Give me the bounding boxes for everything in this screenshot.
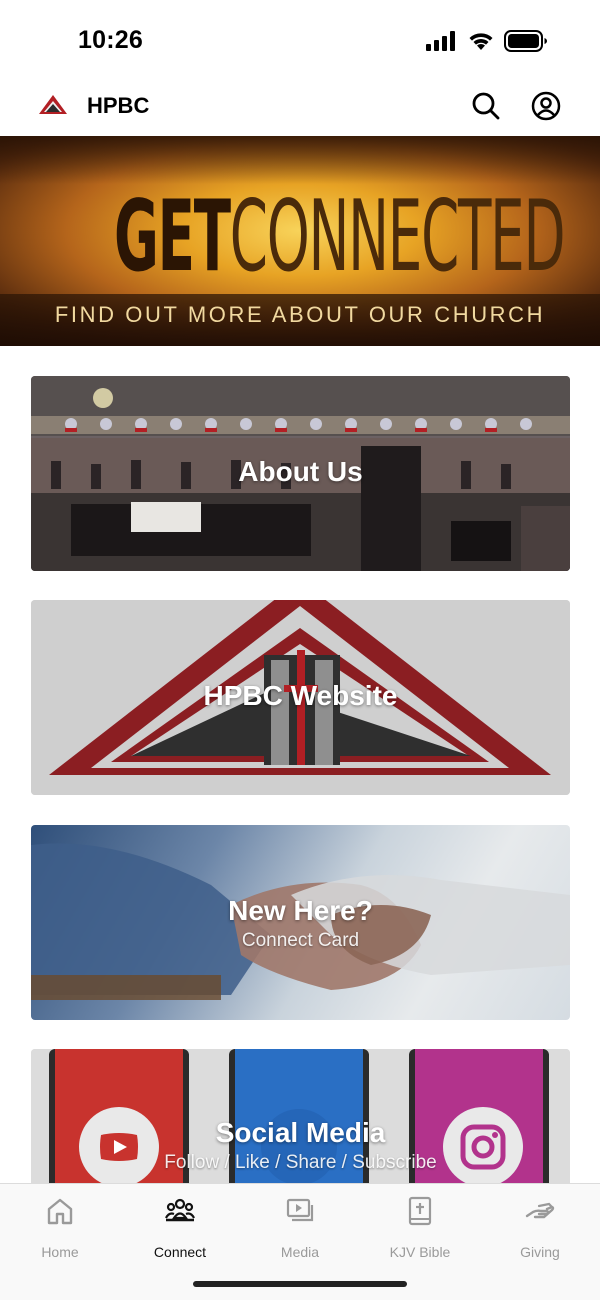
media-play-icon — [286, 1198, 314, 1222]
tab-home-label: Home — [41, 1244, 79, 1260]
social-media-sublabel: Follow / Like / Share / Subscribe — [164, 1152, 437, 1173]
profile-button[interactable] — [528, 88, 564, 124]
bible-icon — [408, 1196, 432, 1226]
hero-subtitle: FIND OUT MORE ABOUT OUR CHURCH — [54, 302, 546, 327]
home-indicator[interactable] — [193, 1281, 407, 1287]
tab-kjv-bible-label: KJV Bible — [389, 1244, 451, 1260]
tab-media-label: Media — [280, 1244, 320, 1260]
status-time: 10:26 — [78, 26, 143, 54]
tab-connect[interactable]: Connect — [120, 1194, 240, 1264]
search-button[interactable] — [468, 88, 504, 124]
profile-icon — [531, 91, 561, 121]
hero-title-light: CONNECTED — [229, 180, 566, 294]
tab-giving[interactable]: Giving — [480, 1194, 600, 1264]
hero-title-bold: GET — [114, 180, 231, 294]
hero-banner: GETCONNECTED FIND OUT MORE ABOUT OUR CHU… — [0, 136, 600, 346]
wifi-icon — [469, 33, 493, 50]
people-group-icon — [165, 1198, 195, 1222]
cellular-signal-icon — [426, 31, 455, 51]
search-icon — [472, 92, 500, 120]
hpbc-website-label: HPBC Website — [203, 680, 398, 711]
tab-kjv-bible[interactable]: KJV Bible — [360, 1194, 480, 1264]
battery-icon — [504, 30, 547, 52]
hpbc-website-card[interactable]: HPBC Website — [31, 600, 570, 795]
tab-connect-label: Connect — [153, 1244, 207, 1260]
tab-media[interactable]: Media — [240, 1194, 360, 1264]
church-logo-icon — [39, 95, 67, 114]
app-header: HPBC — [0, 80, 600, 136]
new-here-label: New Here? — [228, 895, 373, 926]
giving-hand-icon — [525, 1202, 555, 1219]
new-here-sublabel: Connect Card — [241, 930, 360, 951]
status-icons — [426, 30, 548, 52]
tab-home[interactable]: Home — [0, 1194, 120, 1264]
social-media-card[interactable]: Social Media Follow / Like / Share / Sub… — [31, 1049, 570, 1189]
about-us-label: About Us — [238, 456, 363, 487]
tab-giving-label: Giving — [520, 1244, 560, 1260]
social-media-label: Social Media — [215, 1117, 386, 1148]
app-title: HPBC — [87, 93, 150, 118]
about-us-card[interactable]: About Us — [31, 376, 570, 571]
hero-top-shade — [0, 136, 600, 184]
status-bar: 10:26 — [0, 0, 600, 80]
hero-title: GETCONNECTED — [114, 188, 566, 286]
home-icon — [47, 1198, 73, 1225]
new-here-card[interactable]: New Here? Connect Card — [31, 825, 570, 1020]
